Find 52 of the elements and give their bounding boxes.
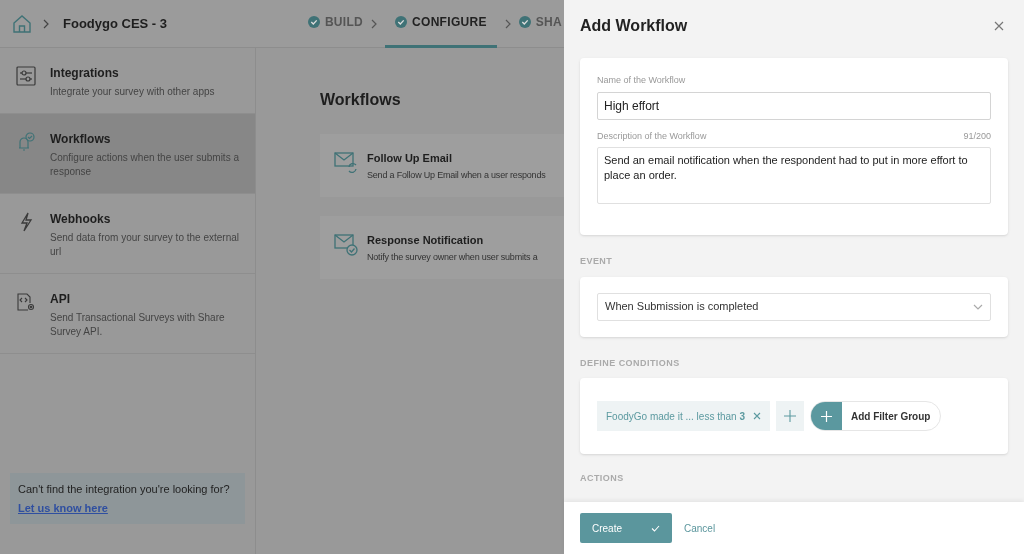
check-circle-icon (518, 16, 531, 28)
card-description: Send a Follow Up Email when a user responds (367, 168, 546, 182)
item-description: Integrate your survey with other apps (50, 85, 215, 99)
cancel-link[interactable]: Cancel (684, 520, 716, 536)
create-button[interactable]: Create (580, 513, 672, 543)
item-title: Integrations (50, 65, 120, 82)
chevron-right-icon (504, 18, 511, 29)
check-circle-icon (307, 16, 320, 28)
field-label: Name of the Workflow (597, 74, 687, 87)
description-field[interactable]: Send an email notification when the respondent had to put in more effort to place an order. (597, 147, 991, 204)
check-icon (651, 524, 660, 532)
field-label: Description of the Workflow (597, 129, 707, 143)
item-title: Webhooks (50, 211, 112, 228)
item-title: Workflows (50, 131, 112, 148)
item-description: Configure actions when the user submits a response (50, 151, 239, 179)
workflow-card[interactable]: Response Notification Notify the survey owner when user submits a (320, 216, 564, 279)
item-description: Send data from your survey to the external url (50, 231, 239, 259)
drawer-title: Add Workflow (580, 16, 688, 36)
event-select[interactable]: When Submission is completed (597, 292, 991, 321)
chevron-right-icon (371, 18, 378, 29)
chevron-down-icon (973, 303, 983, 310)
envelope-refresh-icon (334, 150, 358, 174)
section-heading: ACTIONS (580, 472, 625, 485)
sidebar-item[interactable]: Workflows Configure actions when the user submits a response (0, 114, 255, 194)
help-text: Can't find the integration you're looking for? (18, 482, 231, 497)
card-title: Response Notification (367, 233, 485, 248)
card-description: Notify the survey owner when user submits a (367, 250, 538, 264)
item-description: Send Transactional Surveys with Share Survey API. (50, 311, 226, 339)
close-button[interactable] (994, 21, 1004, 31)
add-condition-button[interactable] (775, 401, 804, 431)
condition-chip[interactable]: FoodyGo made it ... less than 3 (597, 401, 770, 431)
item-title: API (50, 291, 71, 308)
section-heading: EVENT (580, 255, 614, 268)
section-heading: DEFINE CONDITIONS (580, 356, 681, 370)
page-title: Workflows (320, 90, 402, 110)
card-title: Follow Up Email (367, 151, 453, 166)
sliders-icon (16, 66, 36, 86)
name-field[interactable]: High effort (597, 91, 991, 120)
step-tab[interactable]: CONFIGURE (385, 0, 497, 48)
lightning-icon (19, 212, 33, 232)
bell-check-icon (16, 132, 36, 152)
breadcrumb-title: Foodygo CES - 3 (63, 14, 167, 33)
envelope-check-icon (334, 232, 358, 256)
code-gear-icon (16, 292, 36, 312)
close-icon[interactable] (752, 412, 761, 420)
plus-icon (783, 410, 796, 422)
plus-icon (820, 410, 832, 422)
workflow-card[interactable]: Follow Up Email Send a Follow Up Email when a user responds (320, 134, 564, 197)
chevron-right-icon (43, 18, 49, 29)
home-icon[interactable] (13, 14, 31, 33)
check-circle-icon (395, 16, 408, 28)
character-count: 91/200 (963, 129, 991, 143)
